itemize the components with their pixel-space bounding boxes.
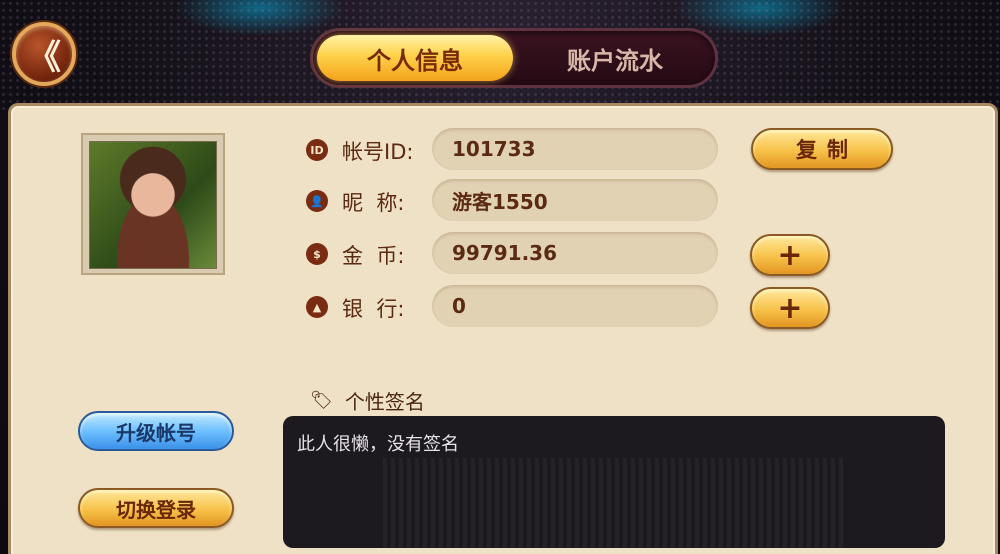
signature-heading: 🏷 个性签名 [310, 386, 425, 415]
gold-field: 99791.36 [432, 232, 718, 274]
bank-icon: ▲ [306, 296, 328, 318]
account-id-label: 帐号ID: [342, 140, 414, 164]
tab-account-history[interactable]: 账户流水 [517, 35, 713, 81]
id-icon: ID [306, 139, 328, 161]
back-button[interactable]: 《 [12, 22, 76, 86]
avatar-frame [81, 133, 225, 275]
gold-label: 金 币: [342, 244, 405, 268]
add-bank-button[interactable]: + [750, 287, 830, 329]
signature-box[interactable]: 此人很懒，没有签名 [283, 416, 945, 548]
add-gold-button[interactable]: + [750, 234, 830, 276]
copy-button[interactable]: 复制 [751, 128, 893, 170]
signature-label: 个性签名 [344, 390, 425, 414]
signature-text: 此人很懒，没有签名 [297, 434, 459, 455]
nickname-label: 昵 称: [342, 191, 405, 215]
double-chevron-left-icon: 《 [27, 37, 61, 78]
tag-icon: 🏷 [310, 390, 333, 411]
upgrade-account-button[interactable]: 升级帐号 [78, 411, 234, 451]
bank-field: 0 [432, 285, 718, 327]
user-icon: 👤 [306, 190, 328, 212]
tab-bar: 个人信息 账户流水 [310, 28, 718, 88]
bank-label: 银 行: [342, 297, 405, 321]
tab-personal-info[interactable]: 个人信息 [317, 35, 513, 81]
account-id-field: 101733 [432, 128, 718, 170]
switch-login-button[interactable]: 切换登录 [78, 488, 234, 528]
nickname-field: 游客1550 [432, 179, 718, 221]
avatar[interactable] [89, 141, 217, 269]
coin-icon: $ [306, 243, 328, 265]
